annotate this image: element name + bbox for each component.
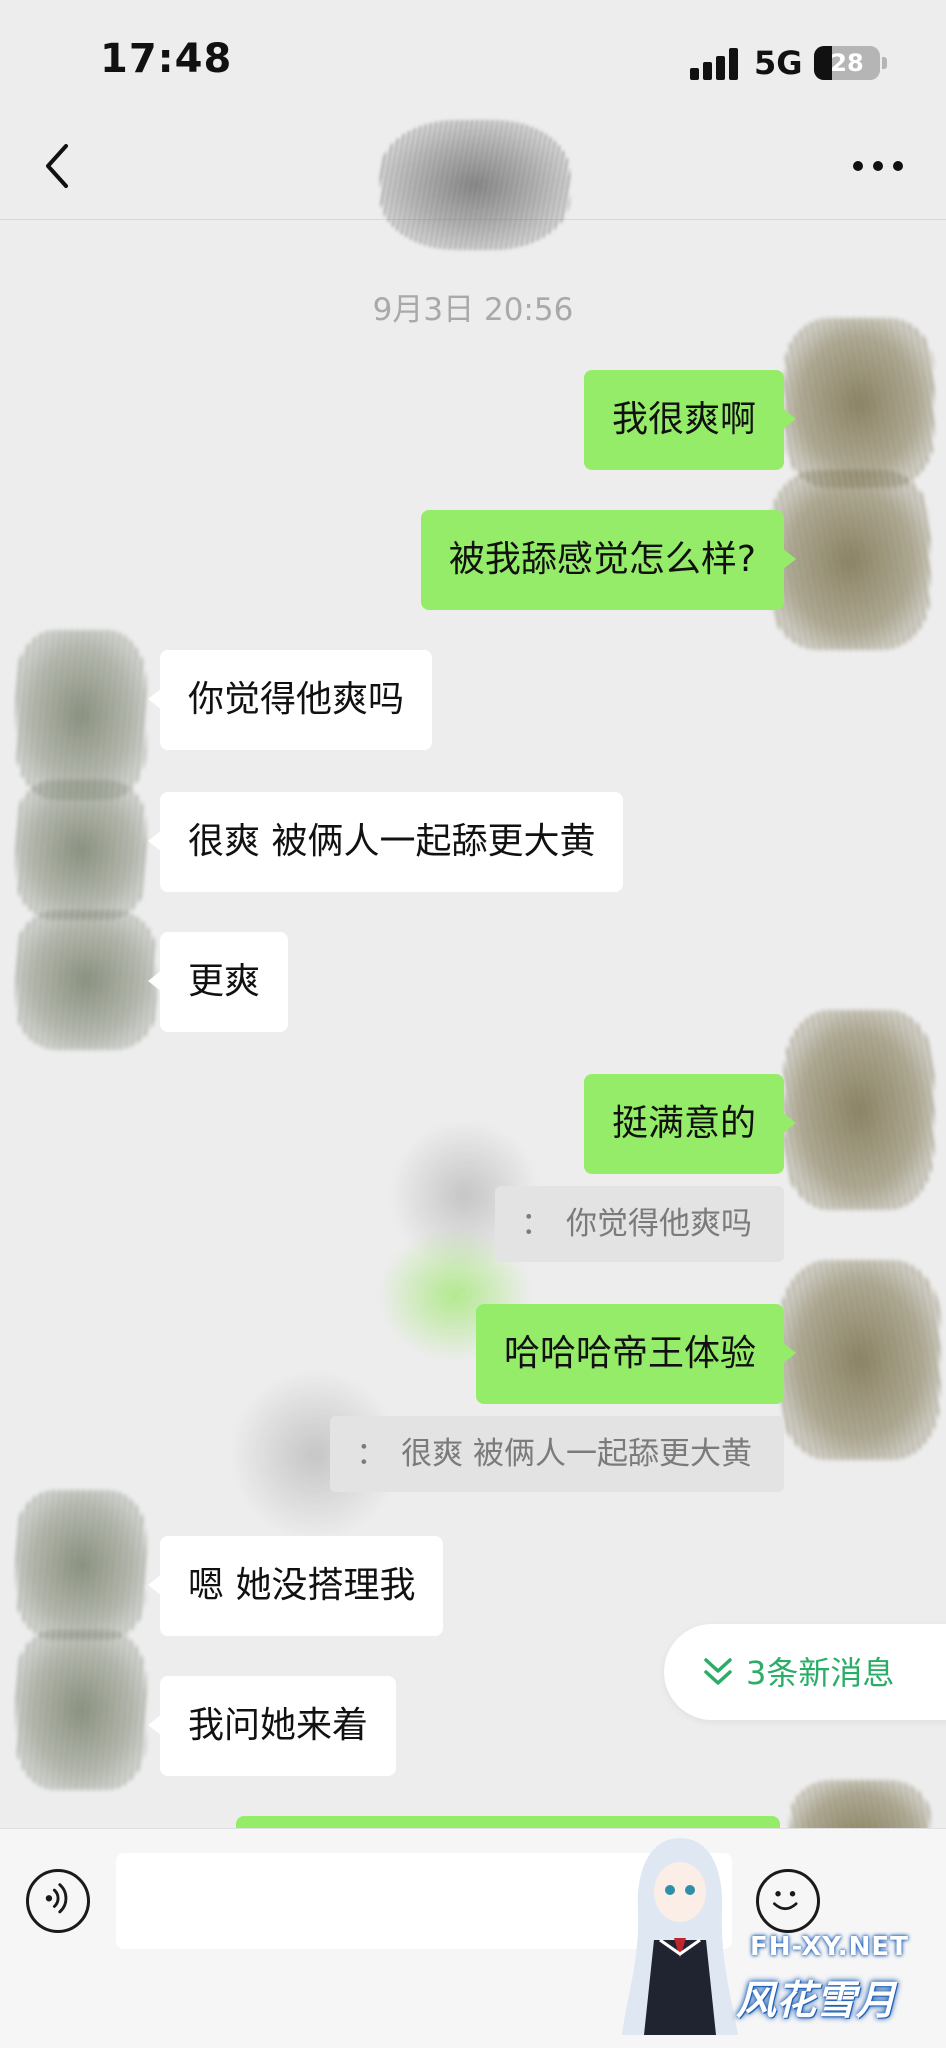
- status-time: 17:48: [100, 36, 233, 82]
- status-bar: 17:48 5G 28: [0, 0, 946, 120]
- peer-avatar[interactable]: [16, 1490, 146, 1640]
- watermark-brand: 风花雪月: [736, 1978, 896, 2024]
- message-bubble-incoming[interactable]: 嗯 她没搭理我: [147, 1536, 444, 1636]
- my-avatar[interactable]: [784, 1010, 934, 1210]
- quote-separator: ：: [356, 1436, 388, 1472]
- battery-percent: 28: [830, 49, 864, 77]
- peer-avatar[interactable]: [16, 1630, 146, 1790]
- watermark-site: FH-XY.NET: [750, 1932, 909, 1962]
- new-messages-button[interactable]: 3条新消息: [664, 1624, 946, 1720]
- peer-avatar[interactable]: [16, 910, 156, 1050]
- watermark: FH-XY.NET 风花雪月: [600, 1830, 920, 2040]
- my-avatar[interactable]: [780, 1260, 940, 1460]
- my-avatar[interactable]: [784, 318, 934, 488]
- quoted-reply[interactable]: ： 你觉得他爽吗: [495, 1186, 784, 1262]
- message-bubble-outgoing[interactable]: 哈哈哈帝王体验: [475, 1304, 797, 1404]
- network-type: 5G: [754, 44, 803, 82]
- contact-name-redacted: [380, 120, 570, 250]
- new-messages-label: 3条新消息: [746, 1654, 895, 1692]
- double-chevron-down-icon: [704, 1658, 732, 1685]
- message-bubble-outgoing[interactable]: 挺满意的: [583, 1074, 797, 1174]
- quoted-reply[interactable]: ： 很爽 被俩人一起舔更大黄: [330, 1416, 784, 1492]
- message-bubble-incoming[interactable]: 你觉得他爽吗: [147, 650, 433, 750]
- battery-icon: 28: [814, 46, 880, 80]
- message-bubble-incoming[interactable]: 我问她来着: [147, 1676, 397, 1776]
- battery-tip: [882, 57, 887, 69]
- quote-text: 你觉得他爽吗: [566, 1206, 752, 1242]
- message-bubble-outgoing[interactable]: 被我舔感觉怎么样?: [420, 510, 797, 610]
- more-dots-icon[interactable]: [848, 146, 908, 186]
- quote-text: 很爽 被俩人一起舔更大黄: [401, 1436, 752, 1472]
- signal-icon: [690, 48, 740, 80]
- voice-icon: [45, 1883, 68, 1914]
- peer-avatar[interactable]: [16, 780, 146, 920]
- peer-avatar[interactable]: [16, 630, 146, 800]
- message-bubble-incoming[interactable]: 很爽 被俩人一起舔更大黄: [147, 792, 624, 892]
- voice-button[interactable]: [26, 1869, 90, 1933]
- mascot-watermark-image: [622, 1838, 738, 2035]
- chat-header: [0, 120, 946, 250]
- chevron-left-icon[interactable]: [30, 136, 90, 196]
- message-bubble-incoming[interactable]: 更爽: [147, 932, 289, 1032]
- chat-timestamp: 9月3日 20:56: [372, 292, 574, 328]
- quote-separator: ：: [521, 1206, 552, 1242]
- message-bubble-outgoing[interactable]: 我很爽啊: [583, 370, 797, 470]
